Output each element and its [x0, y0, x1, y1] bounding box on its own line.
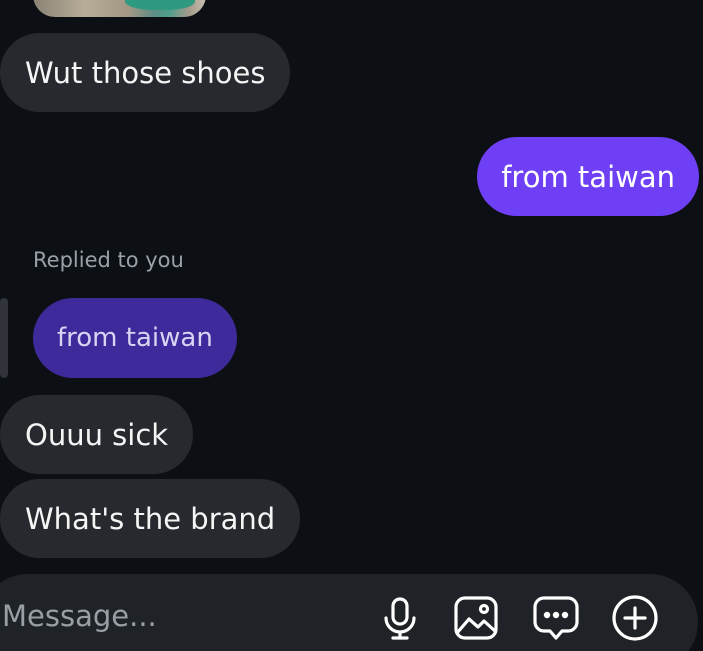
sticker-chat-icon[interactable]	[531, 593, 581, 643]
message-bubble-incoming[interactable]: What's the brand	[0, 479, 301, 558]
message-bubble-incoming[interactable]: Ouuu sick	[0, 395, 194, 474]
message-bubble-outgoing[interactable]: from taiwan	[477, 137, 699, 216]
message-input[interactable]: Message...	[2, 596, 342, 636]
add-icon[interactable]	[610, 593, 660, 643]
shoe-shape	[125, 0, 195, 10]
microphone-icon[interactable]	[375, 593, 425, 643]
reply-label: Replied to you	[33, 248, 184, 272]
quoted-message-text: from taiwan	[57, 323, 213, 353]
message-text: What's the brand	[25, 501, 276, 536]
message-text: Wut those shoes	[25, 55, 266, 90]
chat-screen: Wut those shoes from taiwan Replied to y…	[0, 0, 703, 651]
message-text: Ouuu sick	[25, 417, 169, 452]
reply-indicator-bar	[0, 298, 8, 378]
gallery-icon[interactable]	[451, 593, 501, 643]
quoted-message-bubble[interactable]: from taiwan	[33, 298, 237, 378]
message-text: from taiwan	[501, 159, 675, 194]
shared-photo-thumbnail[interactable]	[33, 0, 206, 17]
message-bubble-incoming[interactable]: Wut those shoes	[0, 33, 291, 112]
